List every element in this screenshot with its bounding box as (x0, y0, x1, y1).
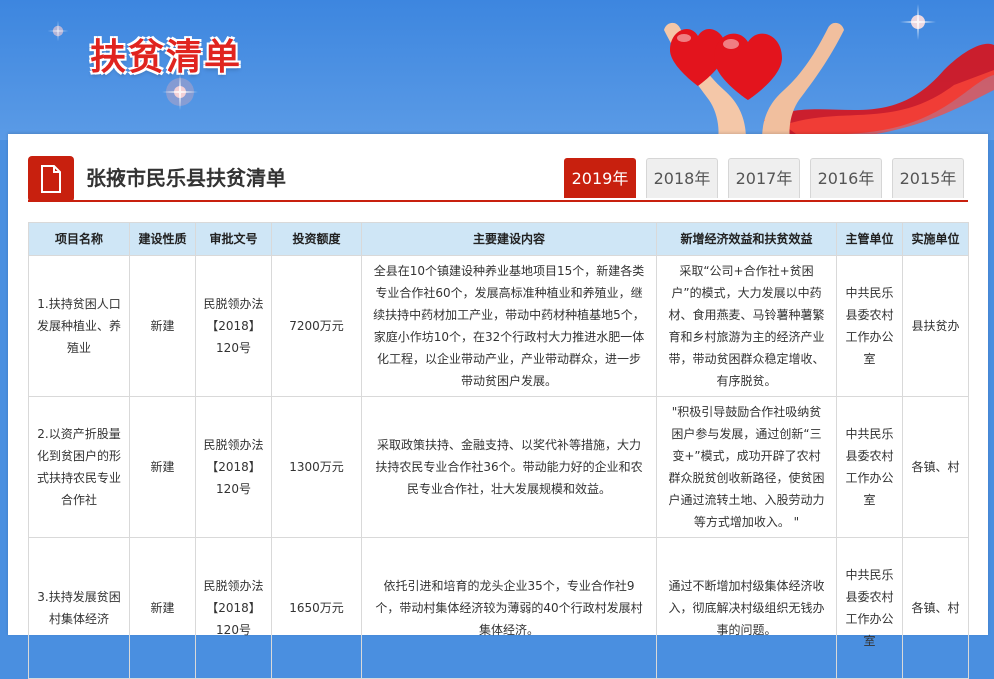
approval-cell: 民脱领办法【2018】120号 (195, 396, 272, 538)
project-name-cell: 3.扶持发展贫困村集体经济 (28, 537, 130, 679)
tab-year-2017[interactable]: 2017年 (728, 158, 800, 198)
column-header: 项目名称 (28, 222, 130, 256)
content-cell: 依托引进和培育的龙头企业35个，专业合作社9个，带动村集体经济较为薄弱的40个行… (361, 537, 657, 679)
card-header: 张掖市民乐县扶贫清单 2019年 2018年 2017年 2016年 2015年 (28, 156, 968, 204)
sparkle-icon (47, 20, 69, 42)
column-header: 实施单位 (902, 222, 969, 256)
heart-icon (714, 33, 782, 100)
column-header: 新增经济效益和扶贫效益 (656, 222, 837, 256)
table-row: 1.扶持贫困人口发展种植业、养殖业 新建 民脱领办法【2018】120号 720… (28, 255, 969, 397)
hands-hearts-illustration (664, 22, 994, 140)
supervisor-cell: 中共民乐县委农村工作办公室 (836, 396, 903, 538)
supervisor-cell: 中共民乐县委农村工作办公室 (836, 255, 903, 397)
sparkle-icon (162, 74, 198, 110)
tab-year-2016[interactable]: 2016年 (810, 158, 882, 198)
document-icon (28, 156, 74, 202)
benefit-cell: "积极引导鼓励合作社吸纳贫困户参与发展，通过创新“三变+”模式，成功开辟了农村群… (656, 396, 837, 538)
implementer-cell: 县扶贫办 (902, 255, 969, 397)
column-header: 投资额度 (271, 222, 362, 256)
page-title: 张掖市民乐县扶贫清单 (86, 166, 286, 190)
implementer-cell: 各镇、村 (902, 396, 969, 538)
amount-cell: 7200万元 (271, 255, 362, 397)
approval-cell: 民脱领办法【2018】120号 (195, 537, 272, 679)
column-header: 主管单位 (836, 222, 903, 256)
approval-cell: 民脱领办法【2018】120号 (195, 255, 272, 397)
title-divider (28, 200, 968, 202)
project-name-cell: 1.扶持贫困人口发展种植业、养殖业 (28, 255, 130, 397)
content-cell: 采取政策扶持、金融支持、以奖代补等措施，大力扶持农民专业合作社36个。带动能力好… (361, 396, 657, 538)
tab-year-2019[interactable]: 2019年 (564, 158, 636, 198)
table-header-row: 项目名称 建设性质 审批文号 投资额度 主要建设内容 新增经济效益和扶贫效益 主… (28, 222, 969, 256)
nature-cell: 新建 (129, 255, 196, 397)
year-tabs: 2019年 2018年 2017年 2016年 2015年 (564, 158, 964, 198)
tab-year-2018[interactable]: 2018年 (646, 158, 718, 198)
benefit-cell: 通过不断增加村级集体经济收入，彻底解决村级组织无钱办事的问题。 (656, 537, 837, 679)
supervisor-cell: 中共民乐县委农村工作办公室 (836, 537, 903, 679)
top-banner: 扶贫清单 (0, 0, 994, 140)
poverty-list-table: 项目名称 建设性质 审批文号 投资额度 主要建设内容 新增经济效益和扶贫效益 主… (28, 222, 969, 679)
amount-cell: 1650万元 (271, 537, 362, 679)
tab-year-2015[interactable]: 2015年 (892, 158, 964, 198)
amount-cell: 1300万元 (271, 396, 362, 538)
implementer-cell: 各镇、村 (902, 537, 969, 679)
column-header: 审批文号 (195, 222, 272, 256)
table-row: 2.以资产折股量化到贫困户的形式扶持农民专业合作社 新建 民脱领办法【2018】… (28, 396, 969, 538)
content-card: 张掖市民乐县扶贫清单 2019年 2018年 2017年 2016年 2015年 (8, 134, 988, 679)
project-name-cell: 2.以资产折股量化到贫困户的形式扶持农民专业合作社 (28, 396, 130, 538)
content-cell: 全县在10个镇建设种养业基地项目15个，新建各类专业合作社60个，发展高标准种植… (361, 255, 657, 397)
column-header: 主要建设内容 (361, 222, 657, 256)
benefit-cell: 采取“公司+合作社+贫困户”的模式，大力发展以中药材、食用燕麦、马铃薯种薯繁育和… (656, 255, 837, 397)
table-row: 3.扶持发展贫困村集体经济 新建 民脱领办法【2018】120号 1650万元 … (28, 537, 969, 679)
column-header: 建设性质 (129, 222, 196, 256)
nature-cell: 新建 (129, 537, 196, 679)
nature-cell: 新建 (129, 396, 196, 538)
